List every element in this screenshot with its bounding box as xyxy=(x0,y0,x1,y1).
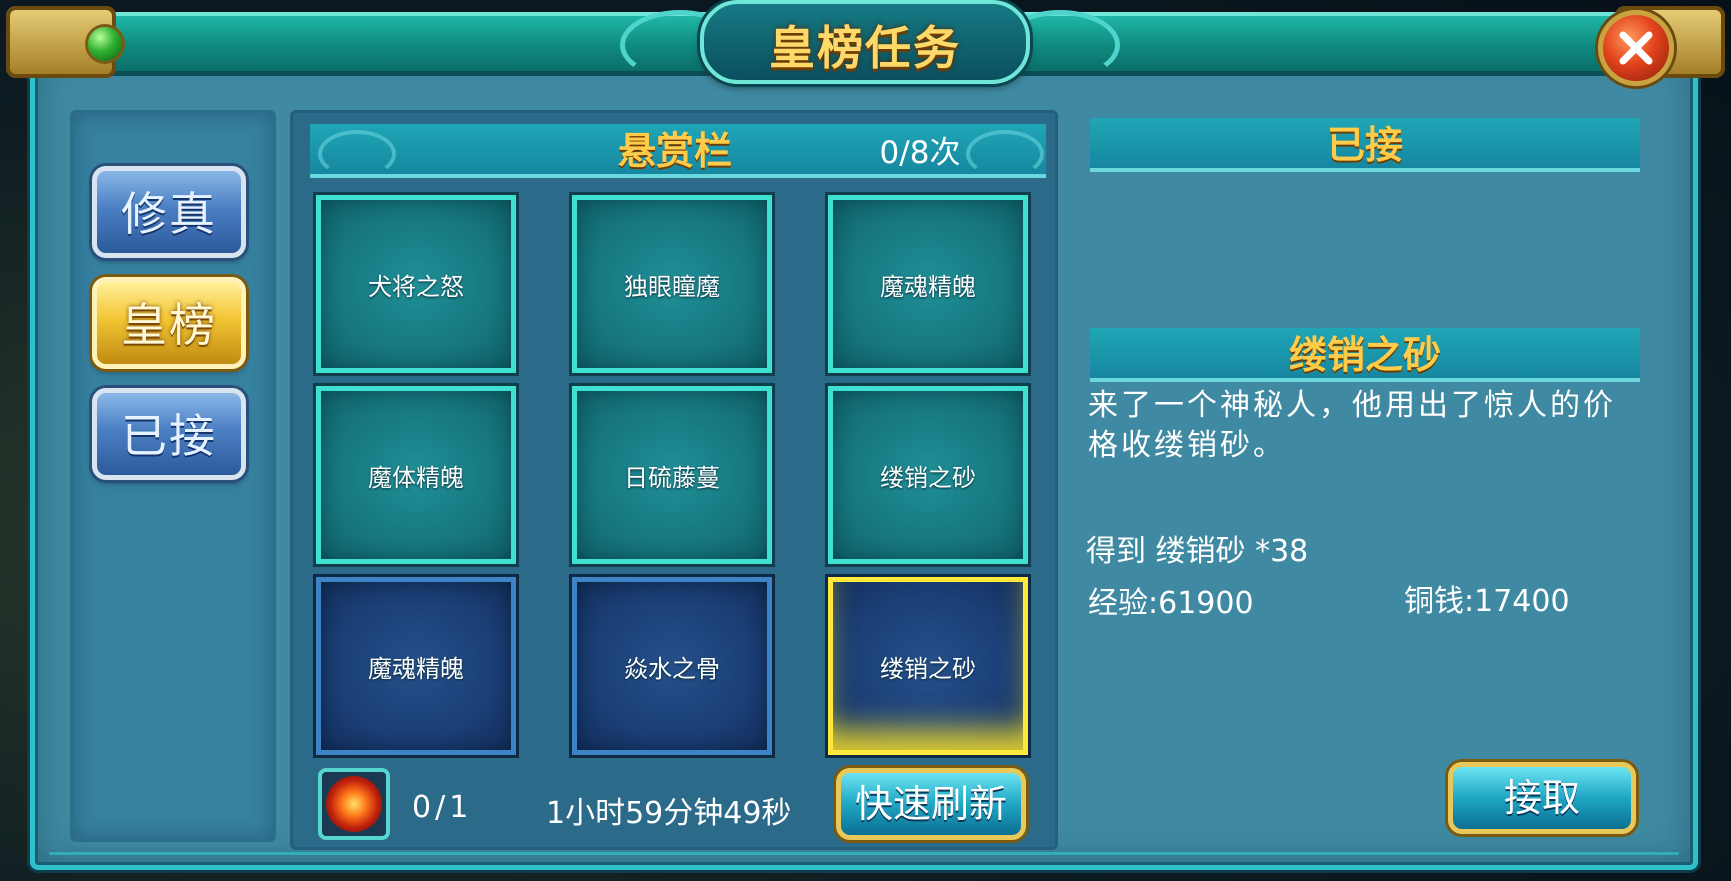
item-count: 0/1 xyxy=(412,790,473,825)
close-button[interactable] xyxy=(1598,10,1674,86)
task-card[interactable]: 魔体精魄 xyxy=(316,386,516,564)
tab-accepted[interactable]: 已接 xyxy=(92,388,246,480)
task-card[interactable]: 犬将之怒 xyxy=(316,195,516,373)
task-card[interactable]: 魔魂精魄 xyxy=(828,195,1028,373)
task-card[interactable]: 焱水之骨 xyxy=(572,577,772,755)
reward-exp: 经验:61900 xyxy=(1088,586,1254,621)
task-card[interactable]: 缕销之砂 xyxy=(828,386,1028,564)
task-card[interactable]: 日硫藤蔓 xyxy=(572,386,772,564)
task-card[interactable]: 独眼瞳魔 xyxy=(572,195,772,373)
refresh-timer: 1小时59分钟49秒 xyxy=(546,796,792,831)
close-icon xyxy=(1619,31,1653,65)
bounty-board-title: 悬赏栏 xyxy=(617,129,732,173)
task-card-selected[interactable]: 缕销之砂 xyxy=(828,577,1028,755)
accept-button[interactable]: 接取 xyxy=(1448,762,1636,834)
bounty-count: 0/8次 xyxy=(879,135,961,171)
reward-coin: 铜钱:17400 xyxy=(1404,584,1570,619)
frame-bottom-line xyxy=(49,852,1679,855)
fire-orb-icon xyxy=(326,776,382,832)
task-description: 来了一个神秘人，他用出了惊人的价格收缕销砂。 xyxy=(1088,388,1616,463)
task-title: 缕销之砂 xyxy=(1288,333,1441,377)
quick-refresh-button[interactable]: 快速刷新 xyxy=(836,768,1026,840)
task-card[interactable]: 魔魂精魄 xyxy=(316,577,516,755)
green-gem-icon xyxy=(88,27,122,61)
window-title: 皇榜任务 xyxy=(769,21,961,75)
tab-xiuzhen[interactable]: 修真 xyxy=(92,166,246,258)
header-swirl-left xyxy=(318,130,396,178)
reward-item: 得到 缕销砂 *38 xyxy=(1086,534,1309,569)
accepted-header: 已接 xyxy=(1326,123,1403,167)
tab-huangbang[interactable]: 皇榜 xyxy=(92,277,246,369)
